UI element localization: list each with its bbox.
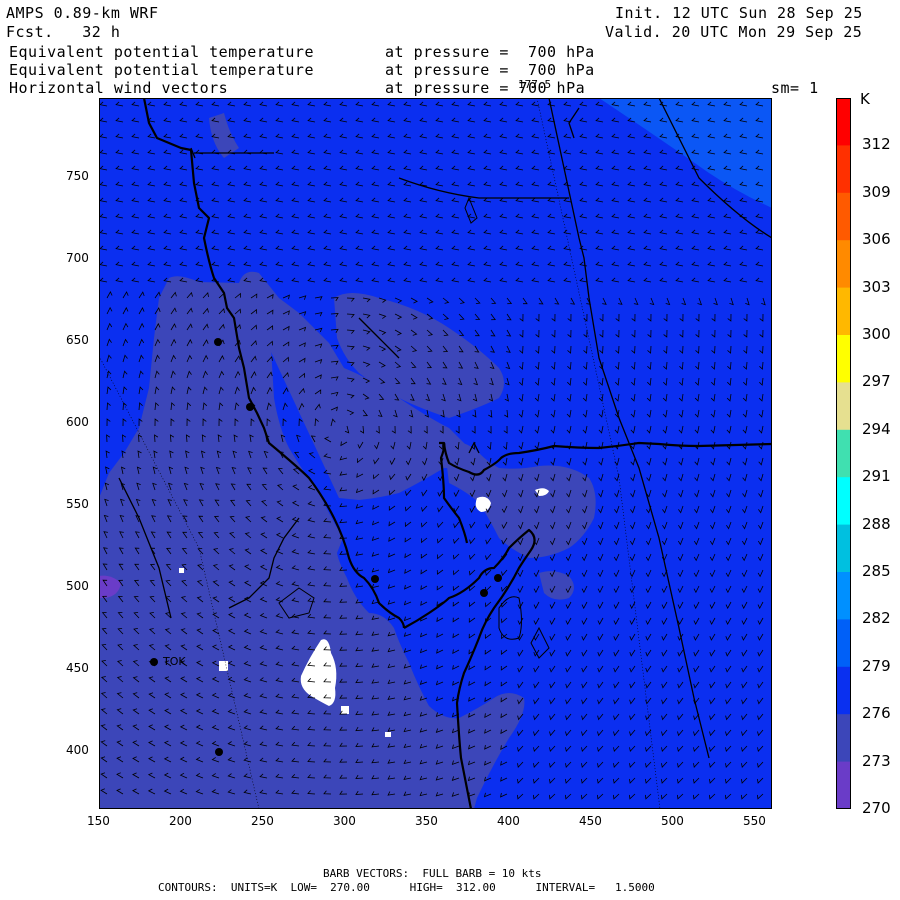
- level-line-2: at pressure = 700 hPa: [385, 61, 595, 79]
- field-line-1: Equivalent potential temperature: [9, 43, 314, 61]
- colorbar-tick-label: 285: [862, 562, 891, 580]
- colorbar-swatch: [836, 714, 851, 763]
- colorbar-swatch: [836, 335, 851, 383]
- station-marker: [480, 589, 488, 597]
- station-marker: [494, 574, 502, 582]
- colorbar-swatch: [836, 145, 851, 194]
- station-marker: [150, 658, 158, 666]
- missing-data-patch: [219, 661, 228, 671]
- colorbar-tick-label: 300: [862, 325, 891, 343]
- colorbar-tick-label: 282: [862, 609, 891, 627]
- level-line-3: at pressure = 700 hPa: [385, 79, 586, 97]
- colorbar-tick-label: 309: [862, 183, 891, 201]
- init-time: Init. 12 UTC Sun 28 Sep 25: [615, 4, 863, 22]
- x-tick-label: 250: [251, 814, 274, 828]
- missing-data-patch: [179, 568, 184, 573]
- colorbar-tick-label: 279: [862, 657, 891, 675]
- x-tick-label: 200: [169, 814, 192, 828]
- colorbar-swatch: [836, 287, 851, 336]
- x-tick-label: 300: [333, 814, 356, 828]
- missing-data-patch: [341, 706, 349, 714]
- colorbar-tick-label: 297: [862, 372, 891, 390]
- forecast-hour: Fcst. 32 h: [6, 23, 121, 41]
- missing-data-patch: [385, 732, 391, 737]
- station-marker: [214, 338, 222, 346]
- colorbar-swatch: [836, 192, 851, 241]
- overlay-label: 177.5: [518, 78, 552, 91]
- colorbar-tick-label: 303: [862, 278, 891, 296]
- equivalent-potential-temperature-map: TOK: [99, 98, 772, 809]
- valid-time: Valid. 20 UTC Mon 29 Sep 25: [605, 23, 863, 41]
- colorbar-swatch: [836, 619, 851, 668]
- y-tick-label: 550: [66, 497, 89, 511]
- colorbar-swatch: [836, 572, 851, 620]
- colorbar-swatch: [836, 761, 851, 809]
- y-tick-label: 500: [66, 579, 89, 593]
- x-tick-label: 450: [579, 814, 602, 828]
- colorbar-tick-label: 273: [862, 752, 891, 770]
- colorbar-tick-label: 288: [862, 515, 891, 533]
- x-tick-label: 150: [87, 814, 110, 828]
- colorbar-swatch: [836, 666, 851, 715]
- smoothing-label: sm= 1: [771, 79, 819, 97]
- colorbar-tick-label: 270: [862, 799, 891, 817]
- x-tick-label: 550: [743, 814, 766, 828]
- colorbar-tick-label: 306: [862, 230, 891, 248]
- place-label: TOK: [162, 655, 186, 668]
- colorbar-units: K: [860, 90, 870, 108]
- x-tick-label: 500: [661, 814, 684, 828]
- contour-legend: CONTOURS: UNITS=K LOW= 270.00 HIGH= 312.…: [158, 881, 655, 894]
- y-tick-label: 600: [66, 415, 89, 429]
- colorbar-tick-label: 312: [862, 135, 891, 153]
- barb-legend: BARB VECTORS: FULL BARB = 10 kts: [323, 867, 542, 880]
- colorbar-swatch: [836, 382, 851, 431]
- colorbar: [836, 98, 851, 809]
- colorbar-swatch: [836, 98, 851, 146]
- model-title: AMPS 0.89-km WRF: [6, 4, 159, 22]
- colorbar-swatch: [836, 429, 851, 478]
- y-tick-label: 650: [66, 333, 89, 347]
- y-tick-label: 700: [66, 251, 89, 265]
- y-tick-label: 750: [66, 169, 89, 183]
- field-line-2: Equivalent potential temperature: [9, 61, 314, 79]
- colorbar-tick-label: 294: [862, 420, 891, 438]
- y-tick-label: 400: [66, 743, 89, 757]
- colorbar-tick-label: 276: [862, 704, 891, 722]
- colorbar-swatch: [836, 240, 851, 289]
- y-tick-label: 450: [66, 661, 89, 675]
- station-marker: [371, 575, 379, 583]
- station-marker: [246, 403, 254, 411]
- field-line-3: Horizontal wind vectors: [9, 79, 229, 97]
- colorbar-swatch: [836, 477, 851, 526]
- colorbar-tick-label: 291: [862, 467, 891, 485]
- colorbar-swatch: [836, 524, 851, 573]
- level-line-1: at pressure = 700 hPa: [385, 43, 595, 61]
- x-tick-label: 350: [415, 814, 438, 828]
- station-marker: [215, 748, 223, 756]
- x-tick-label: 400: [497, 814, 520, 828]
